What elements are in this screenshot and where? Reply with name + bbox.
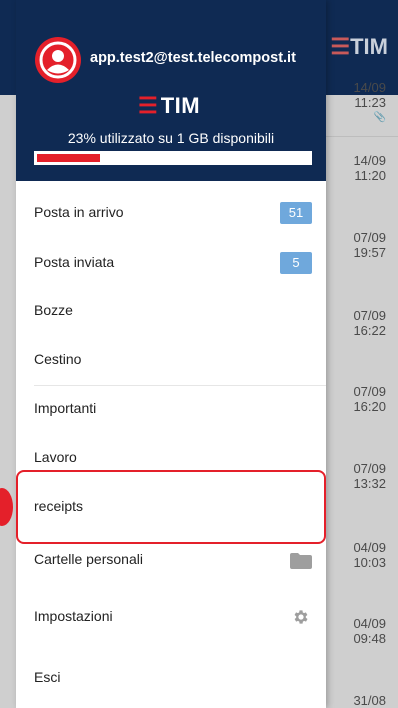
menu-item-esci[interactable]: Esci bbox=[16, 654, 326, 702]
quota-progress-bar bbox=[34, 151, 312, 165]
unread-count-badge: 51 bbox=[280, 202, 312, 224]
menu-item-posta-inviata[interactable]: Posta inviata 5 bbox=[16, 239, 326, 287]
mail-row-time[interactable]: 14/09 11:23 📎 bbox=[353, 80, 386, 125]
count-badge: 5 bbox=[280, 252, 312, 274]
mail-row-time[interactable]: 07/09 16:20 bbox=[353, 384, 386, 414]
account-email: app.test2@test.telecompost.it bbox=[90, 50, 296, 66]
quota-progress-fill bbox=[37, 154, 100, 162]
selection-highlight bbox=[16, 470, 326, 544]
mail-row-time[interactable]: 07/09 16:22 bbox=[353, 308, 386, 338]
menu-item-cestino[interactable]: Cestino bbox=[16, 336, 326, 384]
navigation-drawer: app.test2@test.telecompost.it ☰ TIM 23% u… bbox=[16, 0, 326, 708]
mail-row-time[interactable]: 04/09 09:48 bbox=[353, 616, 386, 646]
mail-row-time[interactable]: 04/09 10:03 bbox=[353, 540, 386, 570]
mail-row-time[interactable]: 07/09 19:57 bbox=[353, 230, 386, 260]
tim-logo: ☰TIM bbox=[330, 34, 388, 59]
folder-icon bbox=[290, 553, 312, 569]
avatar-icon[interactable] bbox=[35, 37, 81, 83]
menu-item-importanti[interactable]: Importanti bbox=[16, 385, 326, 433]
mail-row-time[interactable]: 14/09 11:20 bbox=[353, 153, 386, 183]
menu-item-bozze[interactable]: Bozze bbox=[16, 287, 326, 335]
mail-row-time[interactable]: 31/08 bbox=[353, 693, 386, 708]
attachment-icon: 📎 bbox=[373, 112, 386, 123]
drawer-header: app.test2@test.telecompost.it ☰ TIM 23% u… bbox=[16, 0, 326, 181]
menu-item-posta-in-arrivo[interactable]: Posta in arrivo 51 bbox=[16, 189, 326, 237]
gear-icon bbox=[294, 610, 308, 624]
tim-brand-logo: ☰ TIM bbox=[138, 93, 201, 118]
menu-item-impostazioni[interactable]: Impostazioni bbox=[16, 593, 326, 641]
mail-row-time[interactable]: 07/09 13:32 bbox=[353, 461, 386, 491]
quota-text: 23% utilizzato su 1 GB disponibili bbox=[67, 130, 275, 146]
